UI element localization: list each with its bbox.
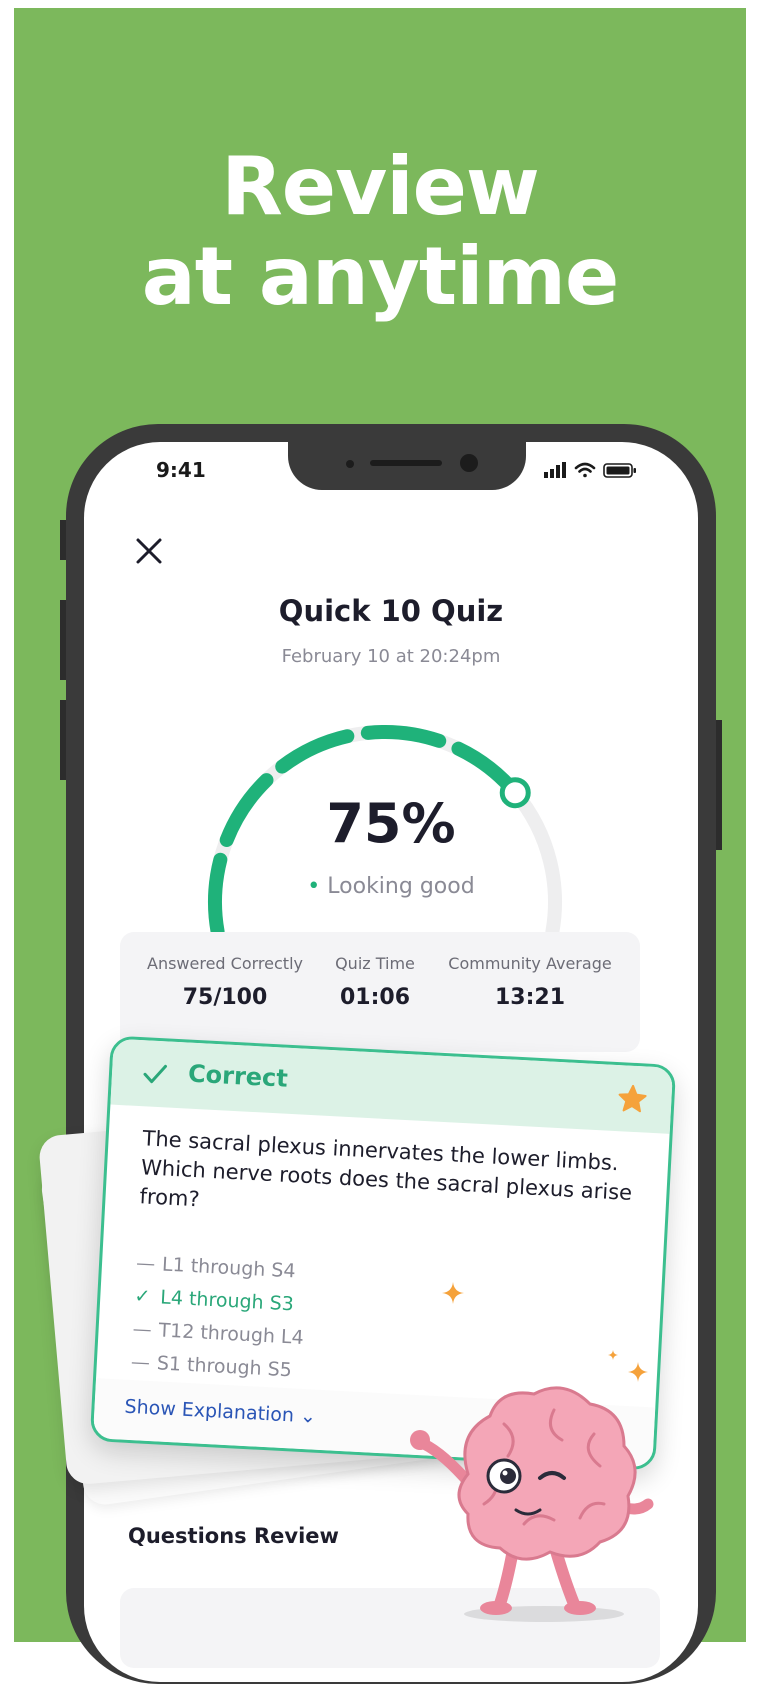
brain-mascot <box>410 1386 654 1622</box>
signal-icon <box>544 462 566 478</box>
quiz-stats-card: Answered Correctly 75/100 Quiz Time 01:0… <box>120 932 640 1052</box>
stat-label: Answered Correctly <box>147 954 303 973</box>
stat-value: 13:21 <box>494 985 566 1010</box>
score-status: • Looking good <box>84 874 698 899</box>
stat-quiz-time: Quiz Time 01:06 <box>320 954 430 1010</box>
show-explanation-link[interactable]: Show Explanation ⌄ <box>124 1396 316 1428</box>
answer-option-text: S1 through S5 <box>156 1351 293 1381</box>
dash-icon: — <box>135 1251 156 1275</box>
dash-icon: — <box>130 1350 151 1374</box>
phone-notch <box>288 442 526 490</box>
answer-option-text: L4 through S3 <box>159 1285 295 1315</box>
dash-icon: — <box>132 1317 153 1341</box>
answer-result-label: Correct <box>187 1059 289 1093</box>
stat-answered-correctly: Answered Correctly 75/100 <box>130 954 320 1010</box>
gauge-segment <box>360 725 447 748</box>
sparkle-icon <box>608 1350 618 1360</box>
answer-options: — L1 through S4 ✓ L4 through S3 — T12 th… <box>130 1246 308 1387</box>
stat-community-average: Community Average 13:21 <box>430 954 630 1010</box>
answer-option-text: L1 through S4 <box>161 1252 297 1282</box>
answer-option-text: T12 through L4 <box>158 1318 305 1349</box>
quiz-title: Quick 10 Quiz <box>278 594 504 628</box>
score-percentage: 75% <box>326 792 456 855</box>
gauge-segment <box>275 729 355 774</box>
star-icon[interactable] <box>617 1083 649 1115</box>
stat-value: 01:06 <box>339 985 411 1010</box>
question-text: The sacral plexus innervates the lower l… <box>139 1126 633 1212</box>
check-small-icon: ✓ <box>133 1284 151 1308</box>
promo-headline-line1: Review <box>221 140 540 233</box>
close-icon[interactable] <box>134 536 164 566</box>
battery-icon <box>603 463 636 478</box>
stat-label: Quiz Time <box>335 954 415 973</box>
status-bar-time: 9:41 <box>156 458 206 482</box>
status-dot-icon: • <box>307 874 321 899</box>
score-status-text: Looking good <box>327 874 475 899</box>
sparkle-icon <box>442 1282 464 1304</box>
wifi-icon <box>574 462 596 478</box>
stat-label: Community Average <box>448 954 612 973</box>
status-bar-icons <box>544 462 636 478</box>
quiz-date: February 10 at 20:24pm <box>281 646 501 667</box>
check-icon <box>143 1064 167 1084</box>
questions-review-title: Questions Review <box>128 1524 339 1548</box>
stat-value: 75/100 <box>182 985 268 1010</box>
promo-headline-line2: at anytime <box>141 230 619 323</box>
